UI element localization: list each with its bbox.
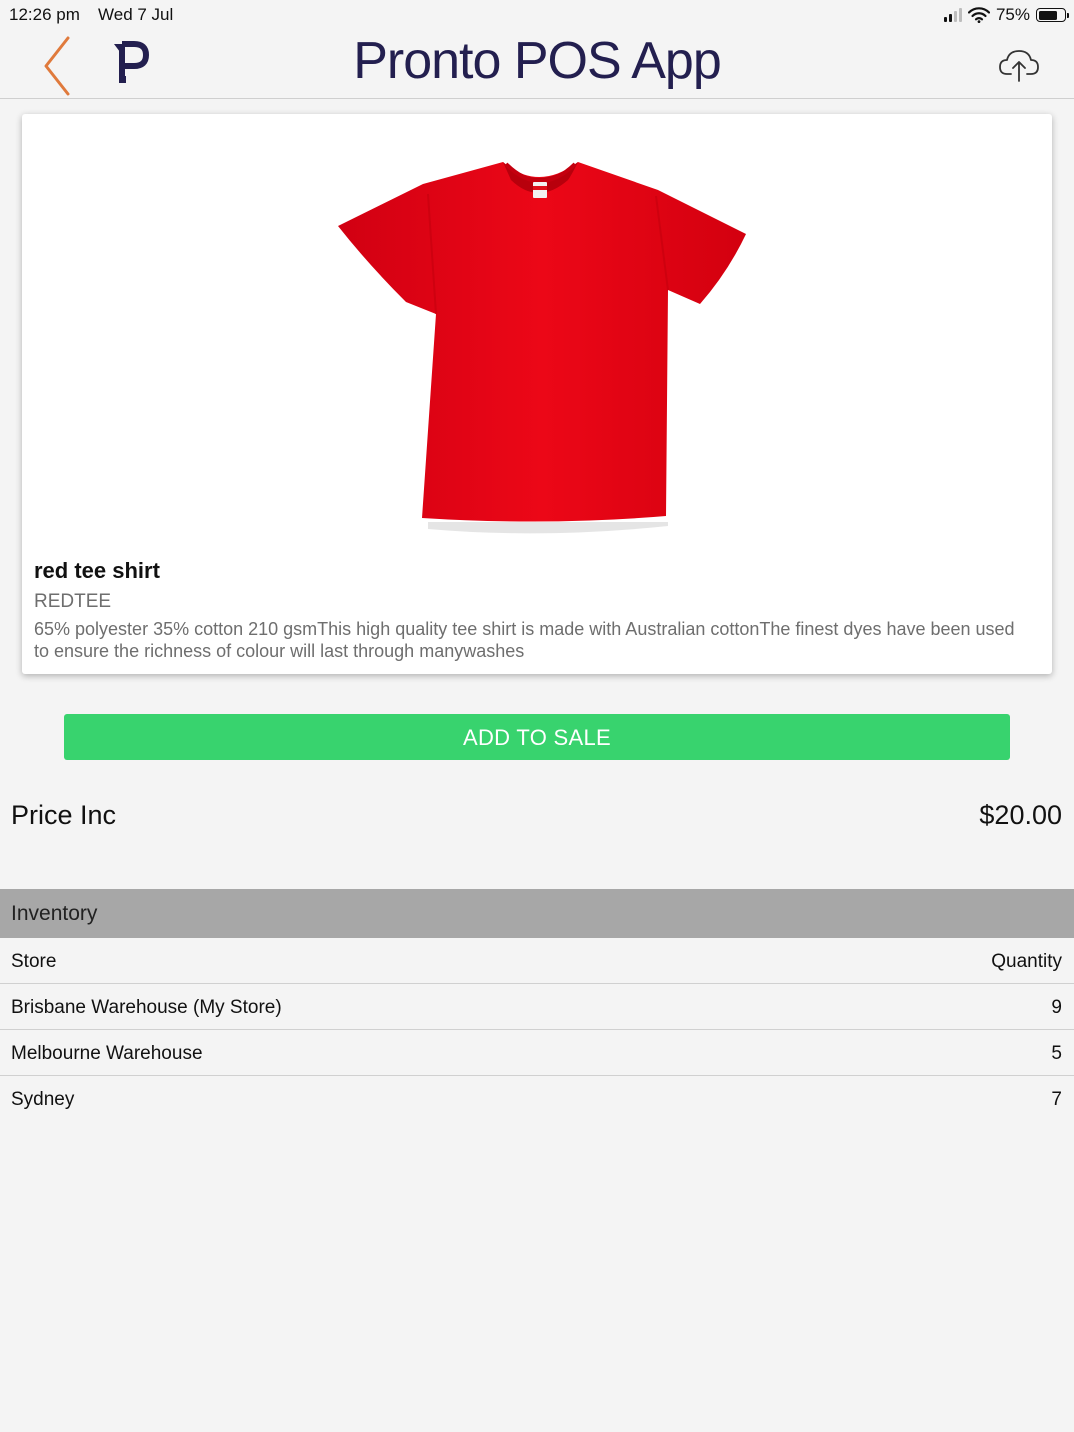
price-label: Price Inc <box>11 800 117 830</box>
table-row: Brisbane Warehouse (My Store) 9 <box>0 984 1074 1030</box>
battery-percent: 75% <box>995 5 1030 24</box>
product-description: 65% polyester 35% cotton 210 gsmThis hig… <box>34 619 1015 661</box>
store-name: Brisbane Warehouse (My Store) <box>11 997 282 1018</box>
store-quantity: 5 <box>1051 1043 1062 1064</box>
status-date: Wed 7 Jul <box>98 5 174 24</box>
inventory-header-row: Store Quantity <box>0 938 1074 984</box>
store-name: Sydney <box>11 1089 75 1110</box>
table-row: Melbourne Warehouse 5 <box>0 1030 1074 1076</box>
battery-icon <box>1036 8 1069 22</box>
status-time: 12:26 pm <box>9 5 80 24</box>
add-to-sale-button[interactable]: ADD TO SALE <box>64 714 1010 760</box>
inventory-table: Store Quantity Brisbane Warehouse (My St… <box>0 938 1074 1122</box>
inventory-title: Inventory <box>11 902 98 925</box>
product-code: REDTEE <box>34 591 112 612</box>
inventory-section-header: Inventory <box>0 889 1074 938</box>
store-name: Melbourne Warehouse <box>11 1043 203 1064</box>
app-header: Pronto POS App <box>0 28 1074 99</box>
product-name: red tee shirt <box>34 558 160 583</box>
store-quantity: 7 <box>1051 1089 1062 1110</box>
column-header-quantity: Quantity <box>991 951 1062 972</box>
product-card: red tee shirt REDTEE 65% polyester 35% c… <box>22 114 1052 674</box>
column-header-store: Store <box>11 951 57 972</box>
status-bar: 12:26 pm Wed 7 Jul 75% <box>0 0 1074 28</box>
status-indicators: 75% <box>943 4 1069 26</box>
price-value: $20.00 <box>979 800 1062 830</box>
app-title: Pronto POS App <box>353 32 722 90</box>
signal-icon <box>943 8 962 22</box>
cloud-upload-icon[interactable] <box>998 46 1040 84</box>
battery-fill <box>1038 10 1058 20</box>
store-quantity: 9 <box>1051 997 1062 1018</box>
red-tee-shirt-image <box>338 162 746 534</box>
table-row: Sydney 7 <box>0 1076 1074 1122</box>
wifi-icon <box>967 7 990 23</box>
